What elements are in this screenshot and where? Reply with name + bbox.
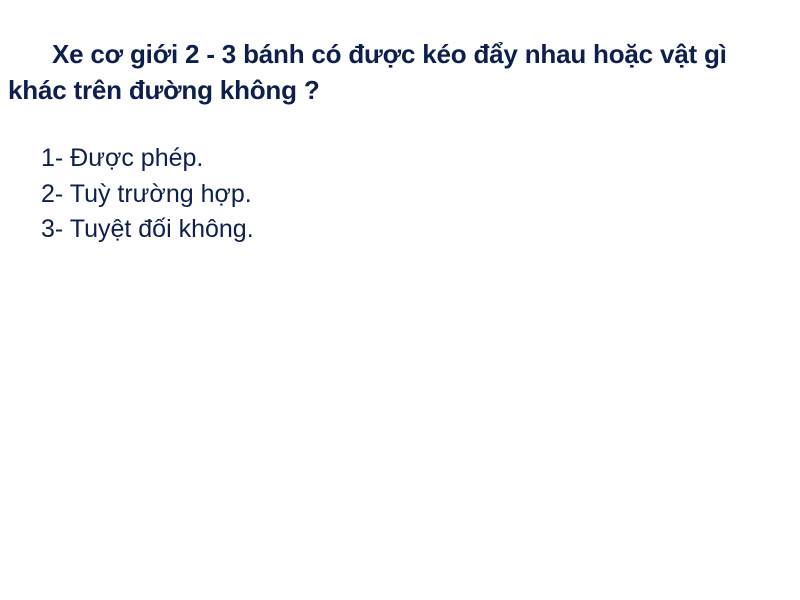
answer-option-2[interactable]: 2- Tuỳ trường hợp. [41, 177, 254, 213]
answer-option-1[interactable]: 1- Được phép. [41, 141, 254, 177]
question-text: Xe cơ giới 2 - 3 bánh có được kéo đẩy nh… [8, 39, 727, 105]
answer-option-3[interactable]: 3- Tuyệt đối không. [41, 212, 254, 248]
answer-list: 1- Được phép. 2- Tuỳ trường hợp. 3- Tuyệ… [41, 141, 254, 248]
